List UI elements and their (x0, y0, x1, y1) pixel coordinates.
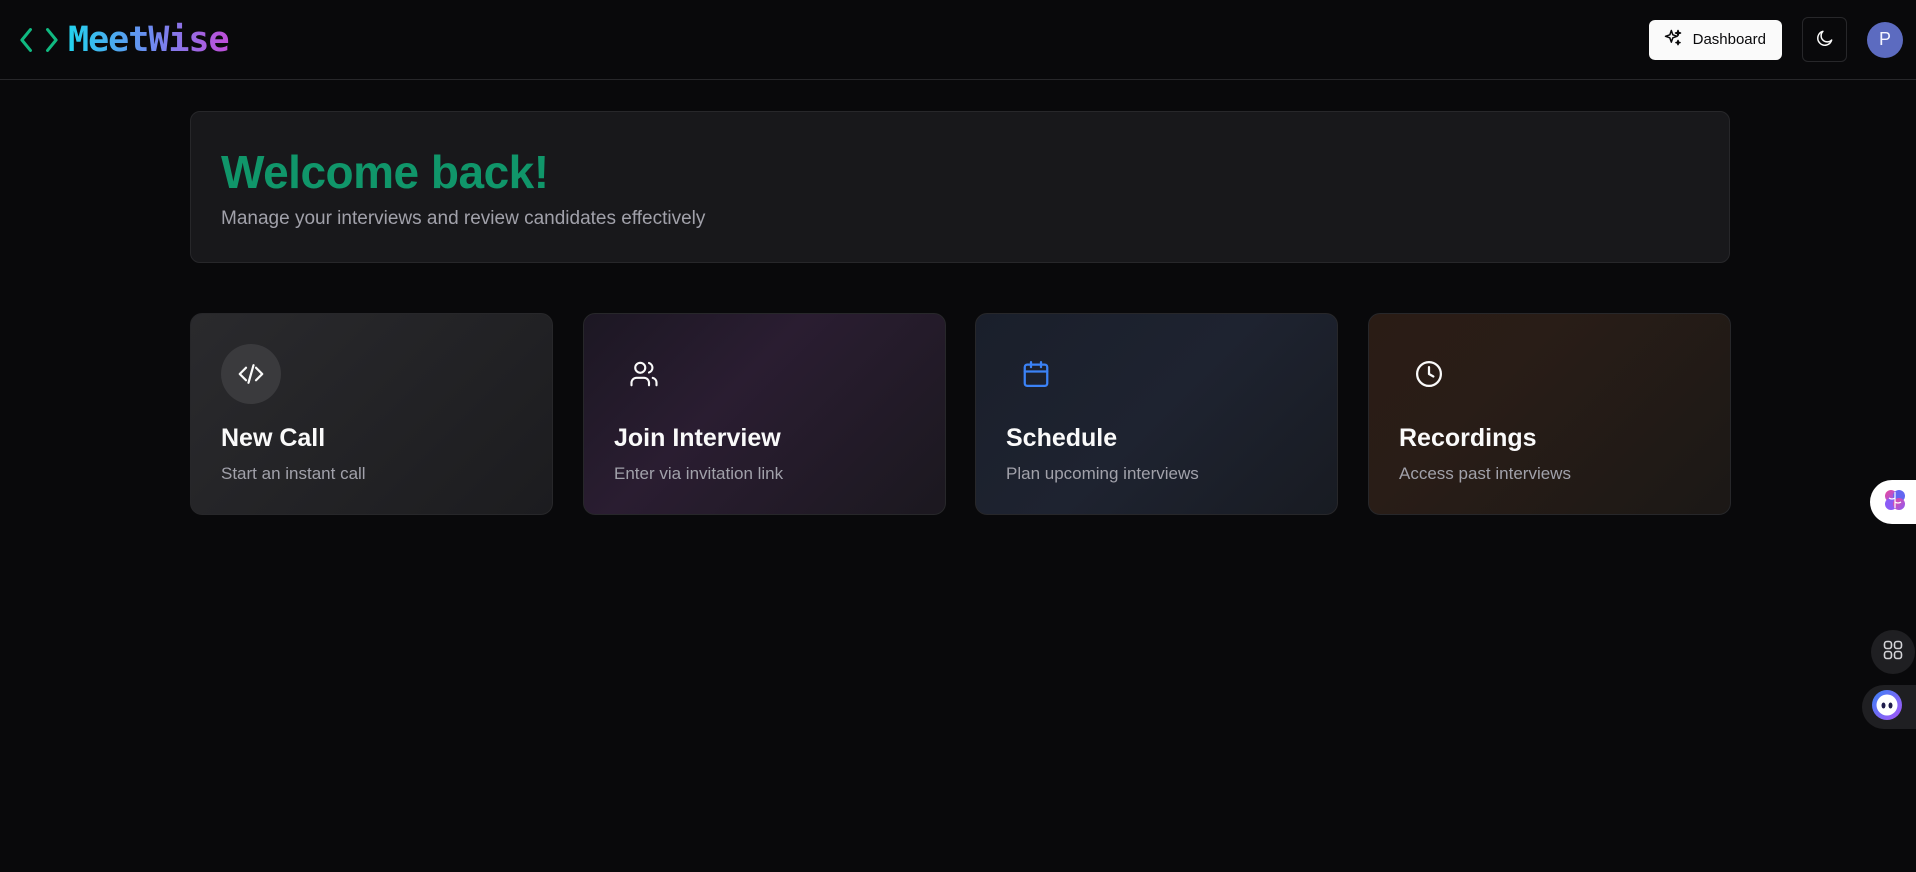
moon-icon (1815, 28, 1835, 51)
card-description: Plan upcoming interviews (1006, 464, 1199, 483)
card-title: Schedule (1006, 424, 1118, 452)
welcome-title: Welcome back! (221, 146, 549, 198)
card-description: Enter via invitation link (614, 464, 784, 483)
card-title: Join Interview (614, 424, 781, 452)
header-actions: Dashboard P (1648, 17, 1903, 62)
new-call-card[interactable]: New Call Start an instant call (190, 313, 553, 515)
sparkles-icon (1663, 28, 1683, 52)
code-brackets-icon (20, 21, 58, 59)
user-avatar[interactable]: P (1867, 21, 1903, 58)
avatar-initial: P (1878, 29, 1891, 49)
brain-extension-button[interactable] (1870, 480, 1916, 524)
dashboard-button-label: Dashboard (1692, 31, 1766, 48)
card-description: Start an instant call (221, 464, 366, 483)
card-title: Recordings (1399, 424, 1537, 452)
welcome-panel: Welcome back! Manage your interviews and… (190, 111, 1730, 263)
theme-toggle-button[interactable] (1802, 17, 1847, 62)
clock-icon (1399, 344, 1459, 404)
join-interview-card[interactable]: Join Interview Enter via invitation link (583, 313, 946, 515)
card-description: Access past interviews (1399, 464, 1571, 483)
brain-icon (1882, 487, 1908, 518)
brand-name: MeetWise (68, 19, 230, 60)
dashboard-button[interactable]: Dashboard (1648, 19, 1782, 60)
bot-icon (1871, 689, 1903, 726)
users-icon (614, 344, 674, 404)
apps-grid-button[interactable] (1871, 630, 1915, 674)
welcome-subtitle: Manage your interviews and review candid… (221, 208, 706, 229)
schedule-card[interactable]: Schedule Plan upcoming interviews (975, 313, 1338, 515)
assistant-bot-button[interactable] (1862, 685, 1916, 729)
recordings-card[interactable]: Recordings Access past interviews (1368, 313, 1731, 515)
top-navbar: MeetWise Dashboard P (0, 0, 1916, 80)
card-title: New Call (221, 424, 326, 452)
brand-logo[interactable]: MeetWise (20, 19, 230, 60)
calendar-icon (1006, 344, 1066, 404)
grid-icon (1882, 639, 1904, 666)
code-icon (221, 344, 281, 404)
